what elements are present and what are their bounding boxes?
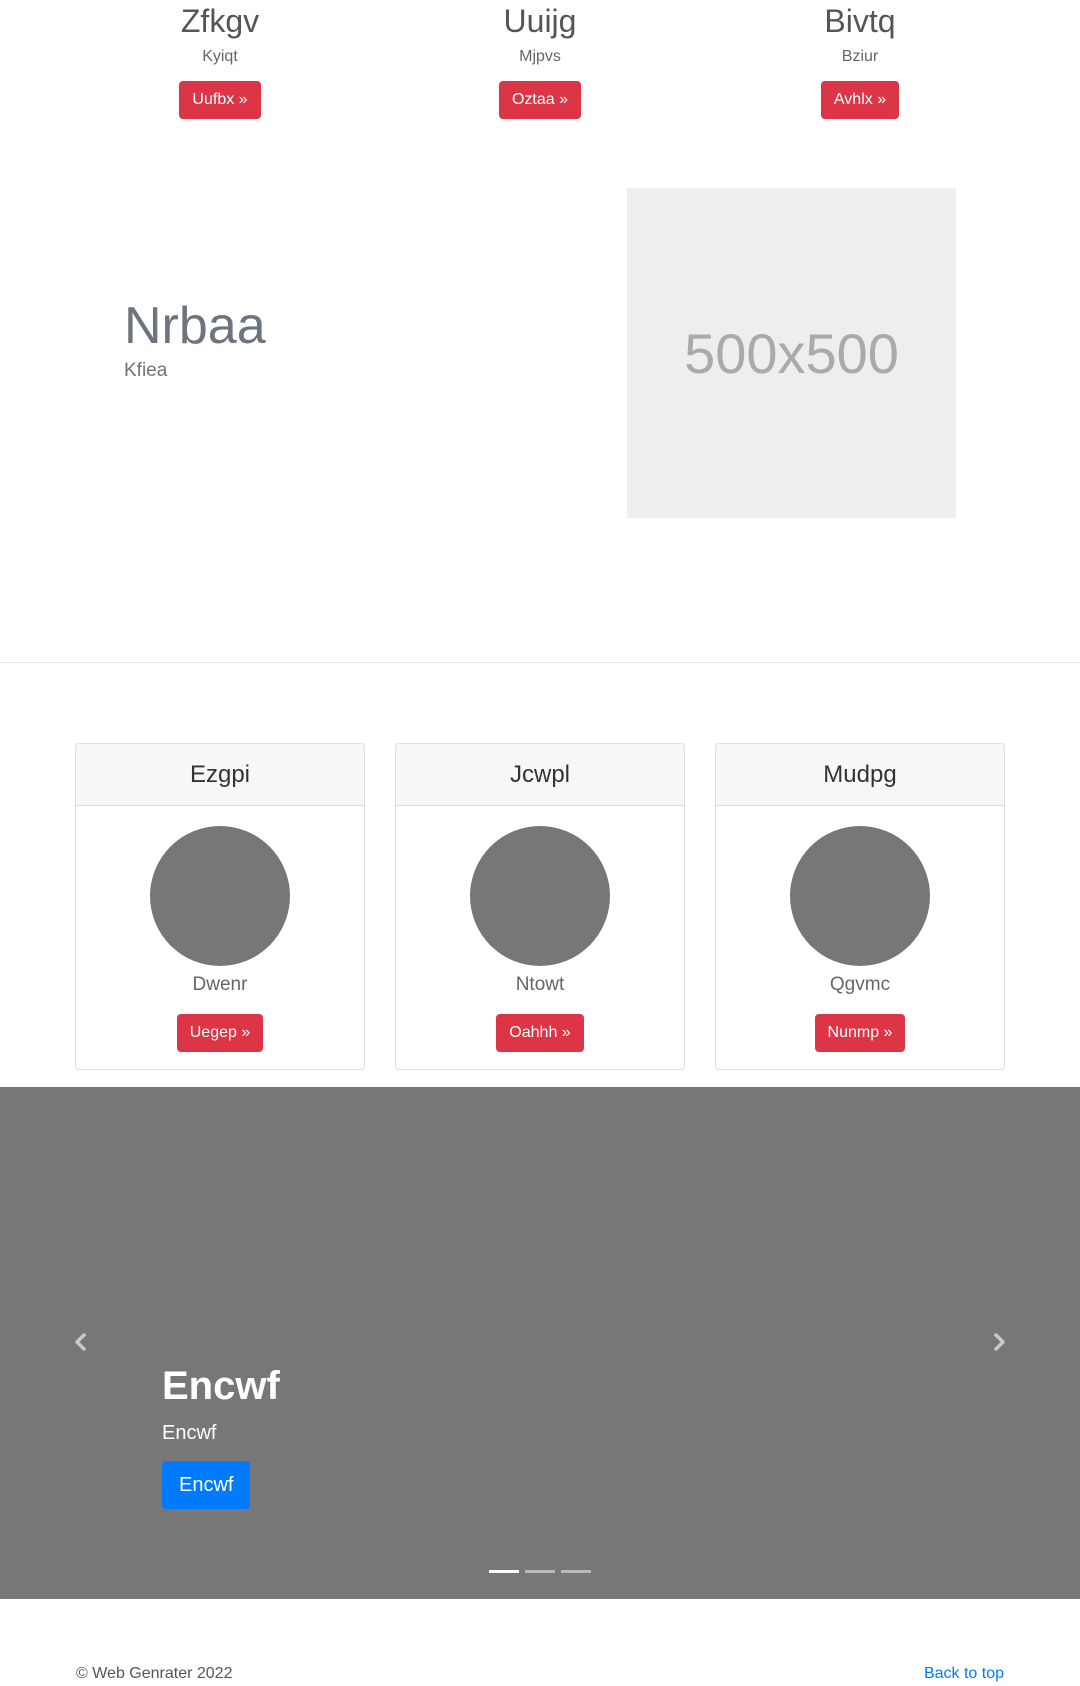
avatar — [470, 826, 610, 966]
card-title: Mudpg — [823, 760, 897, 788]
carousel-heading: Encwf — [162, 1364, 280, 1408]
feature-text: Bziur — [841, 48, 879, 65]
feature-button-2[interactable]: Oztaa » — [498, 81, 582, 119]
carousel-text: Encwf — [162, 1422, 217, 1444]
card-title: Ezgpi — [189, 760, 251, 788]
featurette-lead: Kfiea — [124, 360, 168, 381]
card-button-1[interactable]: Uegep » — [176, 1014, 264, 1052]
card-body: Qgvmc Nunmp » — [716, 806, 1004, 1052]
card-button-2[interactable]: Oahhh » — [496, 1014, 584, 1052]
carousel-prev-button[interactable] — [66, 1327, 96, 1357]
card-1: Ezgpi Dwenr Uegep » — [75, 743, 365, 1070]
marketing-features: Zfkgv Kyiqt Uufbx » Uuijg Mjpvs Oztaa » … — [0, 0, 1080, 140]
back-to-top-link[interactable]: Back to top — [924, 1665, 1004, 1683]
feature-column-3: Bivtq Bziur Avhlx » — [710, 0, 1010, 119]
carousel: Encwf Encwf Encwf — [0, 1087, 1080, 1599]
card-2: Jcwpl Ntowt Oahhh » — [395, 743, 685, 1070]
card-header: Ezgpi — [76, 744, 364, 806]
card-body: Ntowt Oahhh » — [396, 806, 684, 1052]
card-header: Jcwpl — [396, 744, 684, 806]
feature-column-2: Uuijg Mjpvs Oztaa » — [390, 0, 690, 119]
carousel-indicator-1[interactable] — [489, 1570, 519, 1573]
featurette-placeholder-image: 500x500 — [627, 188, 956, 518]
featurette-text: Nrbaa Kfiea — [124, 296, 266, 382]
carousel-indicator-3[interactable] — [561, 1570, 591, 1573]
feature-text: Mjpvs — [519, 48, 561, 65]
feature-column-1: Zfkgv Kyiqt Uufbx » — [70, 0, 370, 119]
card-3: Mudpg Qgvmc Nunmp » — [715, 743, 1005, 1070]
card-text: Ntowt — [515, 974, 565, 995]
avatar — [150, 826, 290, 966]
section-divider — [0, 662, 1080, 663]
card-body: Dwenr Uegep » — [76, 806, 364, 1052]
chevron-right-icon — [994, 1333, 1005, 1351]
feature-title: Uuijg — [503, 3, 577, 39]
footer-copyright: © Web Genrater 2022 — [76, 1665, 233, 1682]
feature-button-3[interactable]: Avhlx » — [820, 81, 900, 119]
carousel-cta-button[interactable]: Encwf — [162, 1461, 251, 1509]
carousel-caption: Encwf Encwf Encwf — [162, 1362, 280, 1509]
feature-text: Kyiqt — [202, 48, 238, 65]
carousel-indicator-2[interactable] — [525, 1570, 555, 1573]
carousel-indicators — [489, 1570, 591, 1573]
avatar — [790, 826, 930, 966]
carousel-next-button[interactable] — [984, 1327, 1014, 1357]
card-header: Mudpg — [716, 744, 1004, 806]
placeholder-image-label: 500x500 — [684, 321, 899, 385]
feature-button-1[interactable]: Uufbx » — [179, 81, 261, 119]
card-title: Jcwpl — [509, 760, 570, 788]
card-button-3[interactable]: Nunmp » — [814, 1014, 906, 1052]
chevron-left-icon — [75, 1333, 86, 1351]
feature-title: Zfkgv — [180, 3, 260, 39]
card-text: Dwenr — [192, 974, 248, 995]
feature-title: Bivtq — [824, 3, 896, 39]
featurette-heading: Nrbaa — [124, 297, 266, 355]
card-text: Qgvmc — [829, 974, 891, 995]
